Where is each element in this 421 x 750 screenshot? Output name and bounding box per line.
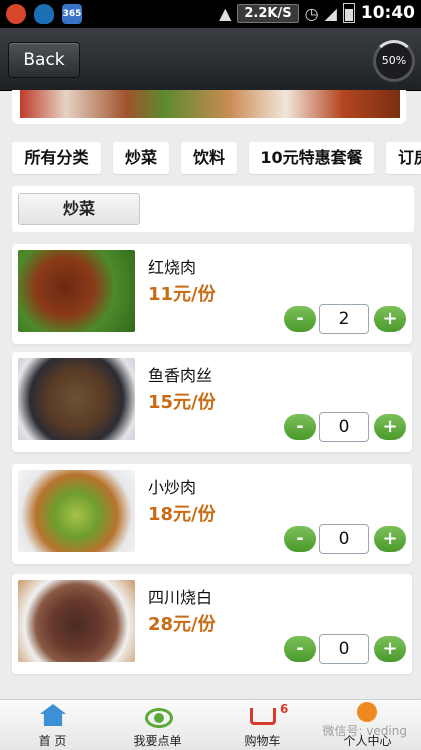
category-special-set[interactable]: 10元特惠套餐 bbox=[249, 142, 374, 174]
dish-name: 四川烧白 bbox=[148, 588, 213, 607]
dish-price: 18元/份 bbox=[148, 504, 216, 525]
notification-app-icon bbox=[6, 4, 26, 24]
nav-label: 购物车 bbox=[244, 734, 281, 748]
increase-quantity-button[interactable]: + bbox=[374, 526, 406, 552]
decrease-quantity-button[interactable]: - bbox=[284, 526, 316, 552]
user-icon bbox=[357, 702, 377, 722]
decrease-quantity-button[interactable]: - bbox=[284, 414, 316, 440]
quantity-field[interactable]: 2 bbox=[319, 304, 369, 334]
battery-icon bbox=[342, 3, 355, 23]
back-button[interactable]: Back bbox=[8, 42, 80, 78]
dish-card: 四川烧白 28元/份 - 0 + bbox=[12, 574, 412, 674]
cart-count-badge: 6 bbox=[280, 702, 289, 716]
dish-name: 红烧肉 bbox=[148, 258, 197, 277]
dish-price: 28元/份 bbox=[148, 614, 216, 635]
signal-icon: ◢ bbox=[324, 3, 337, 23]
nav-label: 首 页 bbox=[38, 734, 67, 748]
alarm-icon: ◷ bbox=[304, 3, 319, 23]
nav-home[interactable]: 首 页 bbox=[0, 700, 105, 750]
dish-image bbox=[18, 470, 135, 552]
eye-icon bbox=[145, 708, 173, 728]
quantity-field[interactable]: 0 bbox=[319, 634, 369, 664]
banner bbox=[12, 90, 406, 124]
dish-image bbox=[18, 580, 135, 662]
increase-quantity-button[interactable]: + bbox=[374, 414, 406, 440]
category-bar: 所有分类 炒菜 饮料 10元特惠套餐 订房 bbox=[0, 142, 421, 174]
status-bar: 365 ▲ 2.2K/S ◷ ◢ 10:40 bbox=[0, 0, 421, 28]
dish-card: 鱼香肉丝 15元/份 - 0 + bbox=[12, 352, 412, 452]
dish-image bbox=[18, 358, 135, 440]
decrease-quantity-button[interactable]: - bbox=[284, 636, 316, 662]
net-speed: 2.2K/S bbox=[237, 3, 299, 23]
nav-label: 我要点单 bbox=[133, 734, 182, 748]
app-header: Back 50% bbox=[0, 28, 421, 91]
increase-quantity-button[interactable]: + bbox=[374, 306, 406, 332]
clock-time: 10:40 bbox=[360, 3, 415, 23]
notification-icons: 365 bbox=[6, 4, 82, 24]
qq-icon bbox=[34, 4, 54, 24]
quantity-field[interactable]: 0 bbox=[319, 524, 369, 554]
loading-progress: 50% bbox=[373, 40, 415, 82]
watermark: 微信号: veding bbox=[322, 724, 407, 738]
dish-name: 小炒肉 bbox=[148, 478, 197, 497]
banner-image bbox=[20, 90, 400, 118]
bottom-navigation: 首 页 我要点单 6 购物车 个人中心 微信号: veding bbox=[0, 699, 421, 750]
home-icon bbox=[40, 704, 66, 726]
dish-price: 11元/份 bbox=[148, 284, 216, 305]
dish-price: 15元/份 bbox=[148, 392, 216, 413]
dish-card: 小炒肉 18元/份 - 0 + bbox=[12, 464, 412, 564]
increase-quantity-button[interactable]: + bbox=[374, 636, 406, 662]
decrease-quantity-button[interactable]: - bbox=[284, 306, 316, 332]
category-all[interactable]: 所有分类 bbox=[12, 142, 101, 174]
dish-name: 鱼香肉丝 bbox=[148, 366, 213, 385]
dish-card: 红烧肉 11元/份 - 2 + bbox=[12, 244, 412, 344]
cart-icon bbox=[250, 708, 276, 725]
dish-image bbox=[18, 250, 135, 332]
subcategory-card: 炒菜 bbox=[12, 186, 414, 232]
subcategory-stir-fry-button[interactable]: 炒菜 bbox=[18, 193, 140, 225]
nav-cart[interactable]: 6 购物车 bbox=[210, 700, 315, 750]
status-indicators: ▲ 2.2K/S ◷ ◢ 10:40 bbox=[219, 3, 415, 23]
category-stir-fry[interactable]: 炒菜 bbox=[113, 142, 169, 174]
app-365-icon: 365 bbox=[62, 4, 82, 24]
category-booking[interactable]: 订房 bbox=[386, 142, 421, 174]
nav-order[interactable]: 我要点单 bbox=[105, 700, 210, 750]
category-drinks[interactable]: 饮料 bbox=[181, 142, 237, 174]
wifi-icon: ▲ bbox=[219, 3, 232, 23]
quantity-field[interactable]: 0 bbox=[319, 412, 369, 442]
